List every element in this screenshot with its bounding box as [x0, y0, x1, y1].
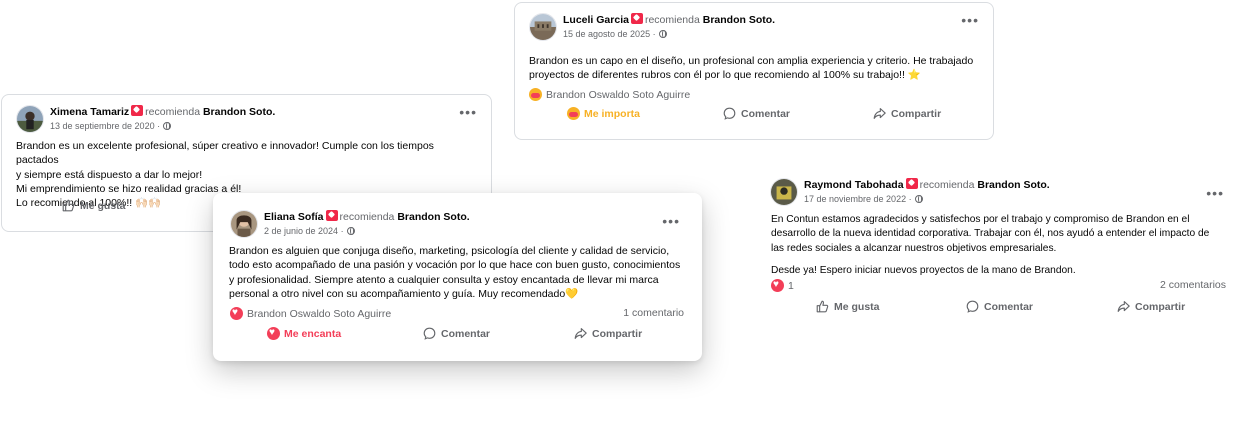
body-line: Brandon es un excelente profesional, súp… — [16, 140, 434, 167]
reaction-count: 1 — [788, 280, 794, 292]
avatar[interactable] — [230, 210, 258, 238]
post-body: Brandon es alguien que conjuga diseño, m… — [229, 244, 690, 301]
recommend-badge-icon — [630, 13, 643, 24]
page-name[interactable]: Brandon Soto. — [977, 179, 1049, 191]
more-options-icon[interactable]: ••• — [662, 214, 680, 228]
body-line: Brandon es alguien que conjuga diseño, m… — [229, 245, 670, 257]
post-actions: Me encanta Comentar Compartir — [227, 326, 688, 345]
globe-icon — [346, 227, 355, 235]
comment-count[interactable]: 2 comentarios — [1160, 279, 1226, 291]
post-header: Eliana Sofía recomienda Brandon Soto. 2 d… — [230, 210, 688, 240]
post-actions: Me importa Comentar Compartir — [529, 107, 979, 125]
author-name[interactable]: Ximena Tamariz — [50, 106, 129, 118]
reactions-summary[interactable]: Brandon Oswaldo Soto Aguirre — [529, 88, 979, 104]
recommend-badge-icon — [131, 105, 144, 116]
review-card-raymond: Raymond Tabohada recomienda Brandon Soto.… — [756, 168, 1238, 320]
globe-icon — [914, 195, 923, 203]
care-reaction-icon — [529, 88, 542, 101]
more-options-icon[interactable]: ••• — [961, 13, 979, 27]
share-button[interactable]: Compartir — [873, 107, 941, 120]
comment-label: Comentar — [984, 300, 1034, 313]
share-button[interactable]: Compartir — [574, 327, 642, 340]
reactors-name: Brandon Oswaldo Soto Aguirre — [546, 89, 691, 101]
post-date[interactable]: 2 de junio de 2024 · — [264, 226, 344, 236]
globe-icon — [658, 30, 667, 38]
comment-label: Comentar — [441, 327, 491, 340]
body-line: Brandon es un capo en el diseño, un prof… — [529, 55, 974, 67]
page-name[interactable]: Brandon Soto. — [397, 211, 469, 223]
recommends-text: recomienda — [919, 179, 975, 191]
share-label: Compartir — [592, 327, 643, 340]
body-line: Desde ya! Espero iniciar nuevos proyecto… — [771, 264, 1076, 276]
body-line: las redes sociales a alcanzar nuestros o… — [771, 242, 1057, 254]
more-options-icon[interactable]: ••• — [1206, 186, 1224, 200]
like-label: Me gusta — [80, 199, 126, 212]
body-line: desarrollo de la nueva identidad corpora… — [771, 228, 1210, 240]
reactions-summary[interactable]: Brandon Oswaldo Soto Aguirre 1 comentari… — [230, 306, 684, 323]
recommend-badge-icon — [325, 210, 338, 221]
recommend-badge-icon — [905, 178, 918, 189]
page-name[interactable]: Brandon Soto. — [203, 106, 275, 118]
share-icon — [1117, 300, 1130, 313]
post-header: Raymond Tabohada recomienda Brandon Soto.… — [770, 178, 1224, 208]
react-label: Me encanta — [284, 327, 342, 340]
post-body: Brandon es un capo en el diseño, un prof… — [529, 54, 979, 83]
love-reaction-icon — [230, 306, 243, 320]
comment-icon — [966, 300, 979, 313]
avatar[interactable] — [16, 105, 44, 133]
thumbs-up-icon — [62, 199, 75, 212]
post-header: Luceli Garcia recomienda Brandon Soto. 15… — [529, 13, 979, 43]
love-react-button[interactable]: Me encanta — [267, 326, 342, 340]
post-body: En Contun estamos agradecidos y satisfec… — [771, 213, 1228, 278]
share-icon — [873, 107, 886, 120]
recommends-text: recomienda — [644, 14, 700, 26]
recommends-text: recomienda — [145, 106, 201, 118]
body-line: y siempre está dispuesto a dar lo mejor! — [16, 168, 203, 181]
recommends-text: recomienda — [339, 211, 395, 223]
body-line: y profesionalidad. Siempre atento a cual… — [229, 273, 659, 286]
like-label: Me gusta — [834, 300, 880, 313]
comment-count[interactable]: 1 comentario — [623, 307, 684, 319]
more-options-icon[interactable]: ••• — [459, 105, 477, 119]
body-line: proyectos de diferentes rubros con él po… — [529, 69, 921, 82]
author-name[interactable]: Luceli Garcia — [563, 14, 629, 26]
reactors-name: Brandon Oswaldo Soto Aguirre — [247, 308, 392, 320]
comment-icon — [423, 327, 436, 340]
comment-button[interactable]: Comentar — [966, 300, 1033, 313]
post-date[interactable]: 17 de noviembre de 2022 · — [804, 194, 912, 204]
share-label: Compartir — [1135, 300, 1186, 313]
love-reaction-icon — [771, 278, 784, 292]
review-card-luceli: Luceli Garcia recomienda Brandon Soto. 15… — [514, 2, 994, 140]
care-reaction-icon — [567, 107, 580, 120]
body-line: En Contun estamos agradecidos y satisfec… — [771, 214, 1190, 225]
author-name[interactable]: Raymond Tabohada — [804, 179, 904, 191]
comment-button[interactable]: Comentar — [723, 107, 790, 120]
like-button[interactable]: Me gusta — [62, 199, 126, 212]
share-icon — [574, 327, 587, 340]
author-name[interactable]: Eliana Sofía — [264, 211, 324, 223]
avatar[interactable] — [770, 178, 798, 206]
like-button[interactable]: Me gusta — [816, 300, 880, 313]
review-card-eliana: Eliana Sofía recomienda Brandon Soto. 2 d… — [213, 193, 702, 361]
body-line: todo esto acompañado de una pasión y voc… — [229, 259, 681, 272]
reactions-summary[interactable]: 1 2 comentarios — [771, 278, 1226, 295]
avatar[interactable] — [529, 13, 557, 41]
globe-icon — [163, 122, 172, 130]
page-name[interactable]: Brandon Soto. — [703, 14, 775, 26]
love-reaction-icon — [267, 326, 280, 340]
post-actions: Me gusta Comentar Compartir — [770, 300, 1224, 318]
comment-button[interactable]: Comentar — [423, 327, 490, 340]
react-label: Me importa — [584, 107, 641, 120]
post-header: Ximena Tamariz recomienda Brandon Soto. 1… — [16, 105, 477, 135]
comment-icon — [723, 107, 736, 120]
body-line: personal a otro nivel con su acompañamie… — [229, 287, 579, 300]
share-label: Compartir — [891, 107, 942, 120]
comment-label: Comentar — [741, 107, 791, 120]
thumbs-up-icon — [816, 300, 829, 313]
post-date[interactable]: 15 de agosto de 2025 · — [563, 29, 656, 39]
post-date[interactable]: 13 de septiembre de 2020 · — [50, 121, 160, 131]
care-react-button[interactable]: Me importa — [567, 107, 640, 120]
share-button[interactable]: Compartir — [1117, 300, 1185, 313]
